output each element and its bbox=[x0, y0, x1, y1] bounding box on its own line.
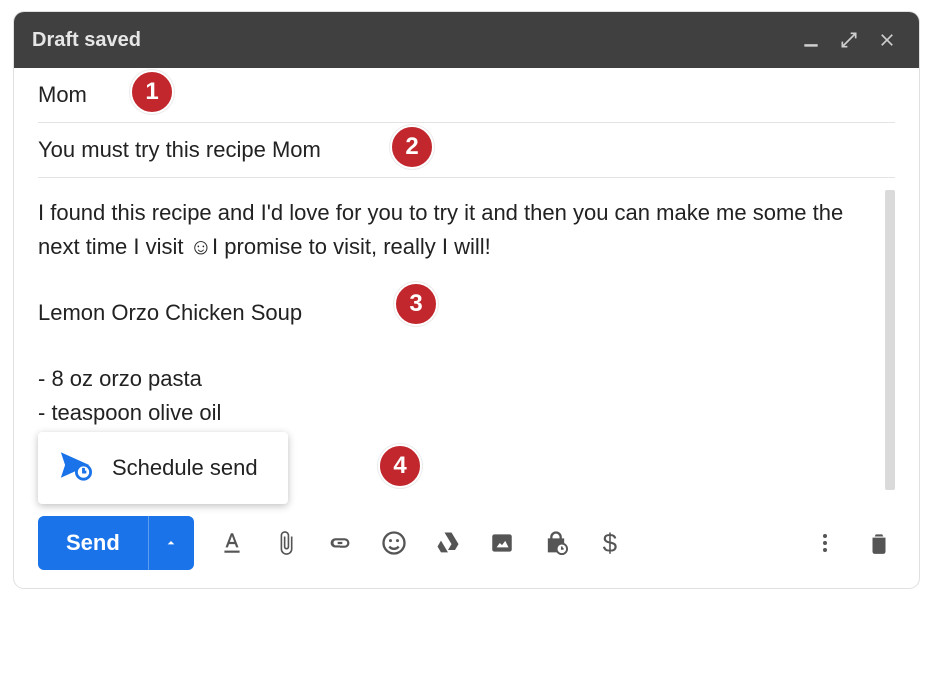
body-paragraph: I found this recipe and I'd love for you… bbox=[38, 196, 871, 264]
compose-toolbar: Send $ bbox=[14, 496, 919, 588]
titlebar-title: Draft saved bbox=[32, 29, 787, 52]
schedule-send-icon bbox=[58, 448, 92, 488]
to-value: Mom bbox=[38, 82, 87, 107]
body-scrollbar[interactable] bbox=[885, 190, 895, 490]
close-icon[interactable] bbox=[873, 26, 901, 54]
titlebar: Draft saved bbox=[14, 12, 919, 68]
insert-emoji-icon[interactable] bbox=[378, 527, 410, 559]
insert-image-icon[interactable] bbox=[486, 527, 518, 559]
to-field[interactable]: Mom 1 bbox=[38, 68, 895, 123]
compose-dialog: Draft saved Mom 1 You must try this reci… bbox=[14, 12, 919, 588]
annotation-4: 4 bbox=[378, 444, 422, 488]
minimize-icon[interactable] bbox=[797, 26, 825, 54]
insert-drive-icon[interactable] bbox=[432, 527, 464, 559]
header-fields: Mom 1 You must try this recipe Mom 2 bbox=[14, 68, 919, 178]
confidential-mode-icon[interactable] bbox=[540, 527, 572, 559]
insert-link-icon[interactable] bbox=[324, 527, 356, 559]
subject-value: You must try this recipe Mom bbox=[38, 137, 321, 162]
discard-draft-icon[interactable] bbox=[863, 527, 895, 559]
send-button-group: Send bbox=[38, 516, 194, 570]
schedule-send-label: Schedule send bbox=[112, 455, 258, 481]
money-icon[interactable]: $ bbox=[594, 527, 626, 559]
expand-icon[interactable] bbox=[835, 26, 863, 54]
send-button[interactable]: Send bbox=[38, 516, 148, 570]
subject-field[interactable]: You must try this recipe Mom 2 bbox=[38, 123, 895, 178]
body-paragraph: Lemon Orzo Chicken Soup bbox=[38, 296, 871, 330]
annotation-2: 2 bbox=[390, 125, 434, 169]
annotation-3: 3 bbox=[394, 282, 438, 326]
send-more-button[interactable] bbox=[148, 516, 194, 570]
more-options-icon[interactable] bbox=[809, 527, 841, 559]
annotation-1: 1 bbox=[130, 70, 174, 114]
attach-file-icon[interactable] bbox=[270, 527, 302, 559]
schedule-send-popup[interactable]: Schedule send bbox=[38, 432, 288, 504]
formatting-icon[interactable] bbox=[216, 527, 248, 559]
